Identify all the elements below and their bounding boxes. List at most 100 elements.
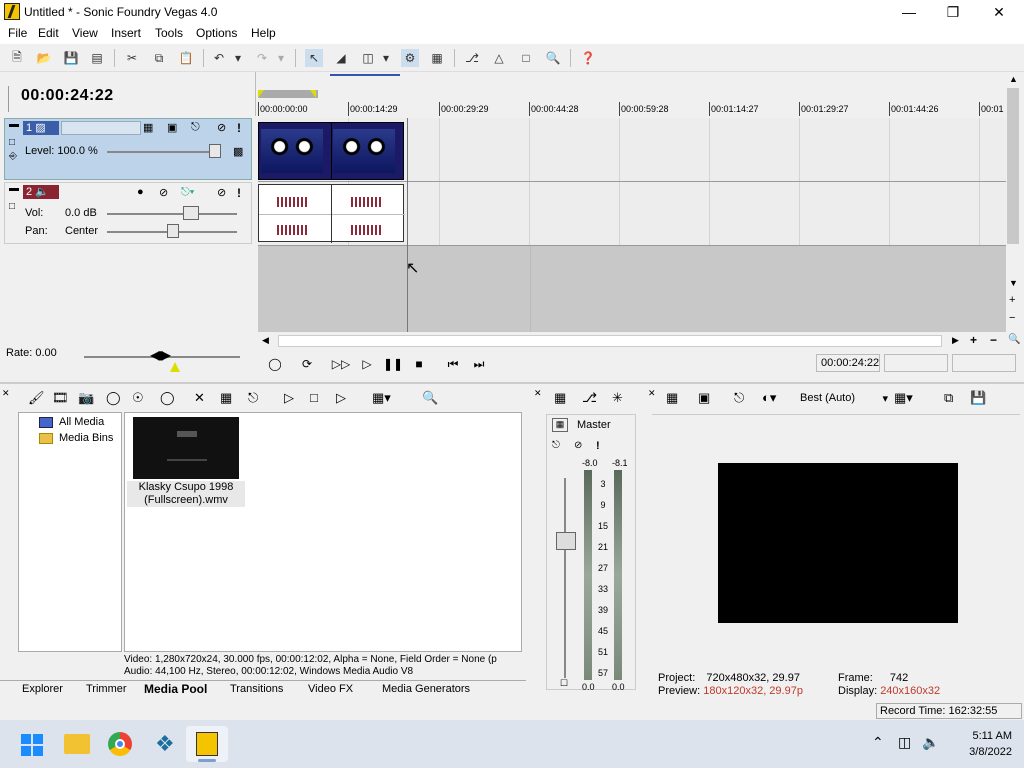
track-name-field[interactable] [61, 121, 141, 135]
scroll-left-icon[interactable]: ◀ [262, 335, 269, 346]
snap-dropdown-icon[interactable]: ▾ [380, 49, 392, 67]
pan-slider-thumb[interactable] [167, 224, 179, 238]
zoom-tool-icon[interactable]: 🔍 [544, 49, 562, 67]
master-mute-icon[interactable]: ⊘ [574, 440, 582, 451]
mute-icon[interactable]: ⊘ [217, 186, 226, 199]
rate-slider-thumb[interactable]: ◀▮▶ [150, 348, 171, 362]
properties-icon[interactable]: ▤ [88, 49, 106, 67]
selection-length-field[interactable] [952, 354, 1016, 372]
clock[interactable]: 5:11 AM 3/8/2022 [952, 728, 1012, 760]
remove-media-icon[interactable]: ✕ [194, 390, 205, 406]
preview-stop-icon[interactable]: □ [310, 390, 318, 405]
media-fx-icon[interactable]: ⎋ [248, 390, 258, 406]
enable-snapping-icon[interactable]: ⎇ [463, 49, 481, 67]
cut-icon[interactable]: ✂ [123, 49, 141, 67]
split-screen-icon[interactable]: ◐▾ [762, 390, 776, 406]
video-clip[interactable] [258, 122, 404, 180]
volume-slider-thumb[interactable] [183, 206, 199, 220]
play-icon[interactable]: ▷ [358, 355, 376, 373]
loop-region-bar[interactable] [258, 90, 318, 98]
close-button[interactable]: ✕ [976, 0, 1022, 24]
track-fx-icon[interactable]: ▦ [143, 121, 153, 134]
zoom-tool-icon[interactable]: 🔍 [1008, 334, 1020, 345]
solo-icon[interactable]: ! [237, 121, 241, 135]
preview-start-icon[interactable]: ▷ [284, 390, 294, 406]
snap-icon[interactable]: ◫ [359, 49, 377, 67]
record-icon[interactable]: ◯ [266, 355, 284, 373]
save-snapshot-icon[interactable]: 💾 [970, 390, 986, 406]
minimize-button[interactable]: — [886, 0, 932, 24]
video-track-header[interactable]: ▬ 1 ▨ ▦ ▣ ⎋ ⊘ ! □ ⎆ Level: 100.0 % ▩ [4, 118, 252, 180]
volume-slider-track[interactable] [107, 213, 237, 215]
tab-video-fx[interactable]: Video FX [302, 681, 359, 697]
zoom-in-time-icon[interactable]: + [970, 333, 977, 347]
mixer-properties-icon[interactable]: ▦ [554, 390, 566, 406]
menu-tools[interactable]: Tools [155, 26, 183, 40]
vertical-scrollbar[interactable]: ▲ ▼ + − [1006, 72, 1020, 332]
collapse-track-icon[interactable]: ▬ [9, 184, 19, 195]
loop-end-marker[interactable] [310, 90, 316, 98]
import-media-icon[interactable]: 🖌 [28, 390, 45, 406]
menu-view[interactable]: View [72, 26, 98, 40]
media-properties-icon[interactable]: ▦ [220, 390, 232, 406]
playhead-cursor[interactable] [407, 118, 408, 332]
track-fx-icon[interactable]: ⎋▾ [181, 186, 194, 199]
tree-item-media-bins[interactable]: Media Bins [59, 432, 113, 444]
start-icon[interactable] [21, 734, 43, 756]
compositing-mode-icon[interactable]: ▣ [167, 121, 177, 134]
mute-icon[interactable]: ⊘ [217, 121, 226, 134]
search-media-icon[interactable]: ◯ [160, 390, 175, 406]
menu-insert[interactable]: Insert [111, 26, 141, 40]
save-icon[interactable]: 💾 [62, 49, 80, 67]
overlays-icon[interactable]: ▦▾ [894, 390, 913, 406]
tab-trimmer[interactable]: Trimmer [80, 681, 133, 697]
master-fader-track[interactable] [564, 478, 566, 678]
scroll-thumb[interactable] [1007, 88, 1019, 244]
copy-snapshot-icon[interactable]: ⧉ [944, 390, 953, 406]
master-fader-thumb[interactable] [556, 532, 576, 550]
capture-video-icon[interactable]: 🎞 [52, 390, 69, 406]
preview-quality-select[interactable]: Best (Auto) ▾ [800, 392, 888, 405]
volume-icon[interactable]: 🔈 [922, 734, 939, 751]
close-panel-icon[interactable]: ✕ [648, 388, 656, 399]
tab-media-pool[interactable]: Media Pool [138, 681, 213, 697]
zoom-in-track-icon[interactable]: + [1009, 294, 1015, 306]
selection-start-field[interactable] [884, 354, 948, 372]
auto-preview-icon[interactable]: ▷ [336, 390, 346, 406]
envelope-tool-icon[interactable]: ◢ [332, 49, 350, 67]
go-to-start-icon[interactable]: ⏮ [444, 355, 462, 373]
redo-dropdown-icon[interactable]: ▾ [275, 49, 287, 67]
play-from-start-icon[interactable]: ▷▷ [332, 355, 350, 373]
scroll-up-icon[interactable]: ▲ [1009, 74, 1018, 84]
media-thumbnail[interactable] [133, 417, 239, 479]
master-solo-icon[interactable]: ! [596, 440, 600, 452]
master-insert-fx-icon[interactable]: ⎋ [552, 440, 560, 451]
auto-ripple-icon[interactable]: ⚙ [401, 49, 419, 67]
menu-options[interactable]: Options [196, 26, 237, 40]
track-checkbox-icon[interactable]: □ [9, 137, 15, 148]
pause-icon[interactable]: ❚❚ [383, 355, 403, 373]
menu-help[interactable]: Help [251, 26, 276, 40]
horizontal-scrollbar[interactable]: ◀ ▶ + − 🔍 [258, 333, 1020, 349]
go-to-end-icon[interactable]: ⏭ [470, 355, 488, 373]
level-slider-thumb[interactable] [209, 144, 221, 158]
maximize-button[interactable]: ❐ [930, 0, 976, 24]
invert-phase-icon[interactable]: ⊘ [159, 186, 168, 199]
views-icon[interactable]: ▦▾ [372, 390, 391, 406]
undo-icon[interactable]: ↶ [210, 49, 228, 67]
insert-fx-icon[interactable]: ✳ [612, 390, 623, 406]
level-slider-track[interactable] [107, 151, 221, 153]
chevron-up-icon[interactable]: ⌃ [872, 734, 884, 751]
get-photo-icon[interactable]: 📷 [78, 390, 94, 406]
external-monitor-icon[interactable]: ▣ [698, 390, 710, 406]
timeline-ruler[interactable]: 00:00:00:00 00:00:14:29 00:00:29:29 00:0… [258, 72, 1006, 118]
whats-this-help-icon[interactable]: ❓ [579, 49, 597, 67]
zoom-out-track-icon[interactable]: − [1009, 312, 1015, 324]
stop-icon[interactable]: ■ [410, 355, 428, 373]
insert-bus-icon[interactable]: ⎇ [582, 390, 597, 406]
tab-transitions[interactable]: Transitions [224, 681, 289, 697]
empty-track-area[interactable] [258, 246, 1006, 332]
copy-icon[interactable]: ⧉ [150, 49, 168, 67]
chrome-icon[interactable] [108, 732, 132, 756]
preview-properties-icon[interactable]: ▦ [666, 390, 678, 406]
